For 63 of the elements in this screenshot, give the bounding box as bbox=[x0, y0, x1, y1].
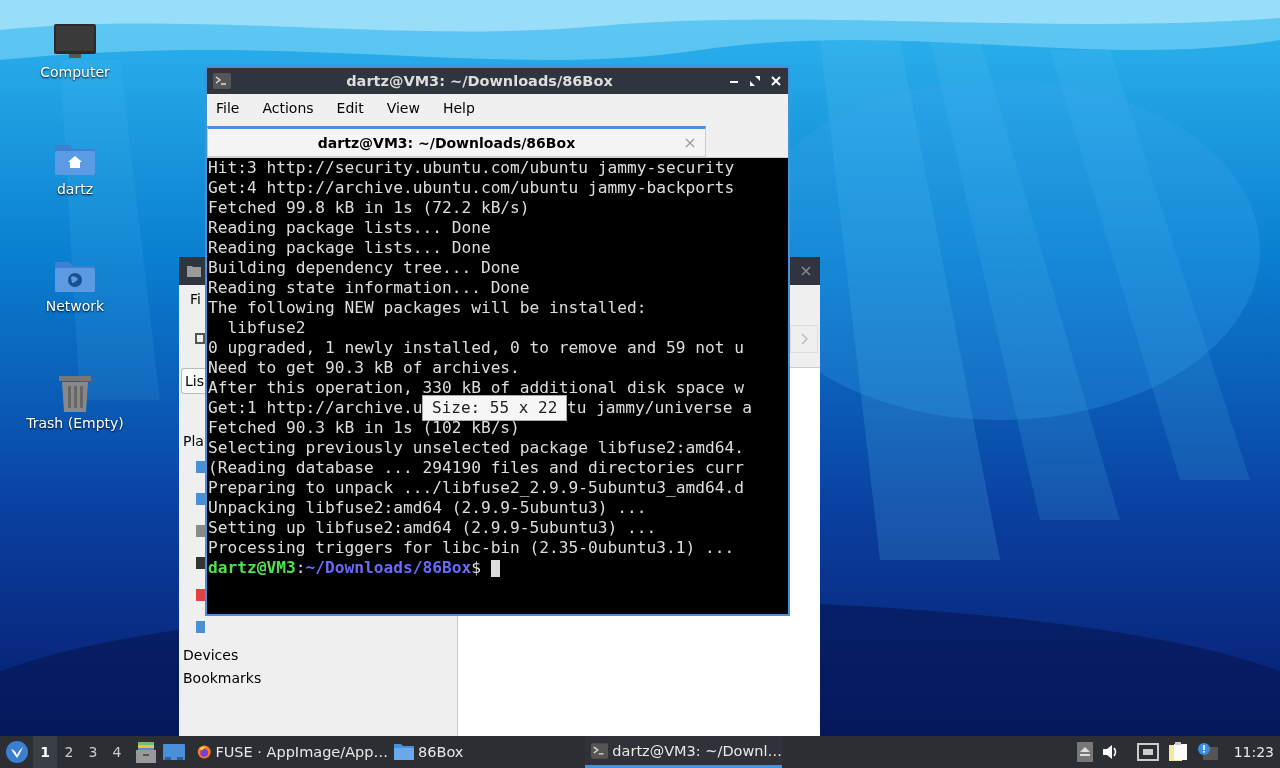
output-line: (Reading database ... 294190 files and directories curr bbox=[208, 458, 744, 478]
notification-icon[interactable] bbox=[1196, 742, 1219, 762]
output-line: Get:1 http://archive.u bbox=[208, 398, 423, 418]
output-line: Fetched 90.3 kB in 1s (102 kB/s) bbox=[208, 418, 520, 438]
network-icon[interactable] bbox=[1136, 743, 1159, 761]
view-dropdown[interactable]: Lis bbox=[181, 368, 205, 394]
size-tooltip: Size: 55 x 22 bbox=[422, 395, 567, 421]
output-line: Reading state information... Done bbox=[208, 278, 530, 298]
output-line: Processing triggers for libc-bin (2.35-0ubuntu3.1) ... bbox=[208, 538, 735, 558]
window-title: dartz@VM3: ~/Downloads/86Box bbox=[345, 73, 614, 89]
workspace-button[interactable]: 2 bbox=[57, 736, 81, 768]
clock[interactable]: 11:23 bbox=[1233, 744, 1274, 760]
desktop-window-icon[interactable] bbox=[163, 742, 185, 762]
sidebar-section[interactable]: Bookmarks bbox=[183, 670, 262, 686]
taskbar-button[interactable]: FUSE · AppImage/App… bbox=[191, 736, 388, 768]
workspace-button[interactable]: 4 bbox=[105, 736, 129, 768]
menu-item[interactable]: View bbox=[386, 100, 420, 116]
output-line: Need to get 90.3 kB of archives. bbox=[208, 358, 520, 378]
prompt-path: ~/Downloads/86Box bbox=[305, 558, 472, 578]
terminal-tab[interactable]: dartz@VM3: ~/Downloads/86Box bbox=[207, 126, 706, 157]
output-line: Hit:3 http://security.ubuntu.com/ubuntu jammy-security bbox=[208, 158, 735, 178]
file-cabinet-icon[interactable] bbox=[135, 741, 157, 763]
output-line: Reading package lists... Done bbox=[208, 218, 491, 238]
output-line: Setting up libfuse2:amd64 (2.9.9-5ubuntu3) ... bbox=[208, 518, 657, 538]
output-line: Fetched 99.8 kB in 1s (72.2 kB/s) bbox=[208, 198, 530, 218]
terminal-icon bbox=[213, 73, 231, 89]
start-menu-icon[interactable] bbox=[6, 741, 28, 763]
desktop-icon-label[interactable]: Network bbox=[45, 298, 105, 314]
menu-item[interactable]: Help bbox=[442, 100, 475, 116]
output-line: tu jammy/universe a bbox=[566, 398, 753, 418]
output-line: The following NEW packages will be installed: bbox=[208, 298, 647, 318]
text-cursor bbox=[490, 559, 500, 577]
workspace-button[interactable]: 1 bbox=[33, 736, 57, 768]
output-line: After this operation, 330 kB of additional disk space w bbox=[208, 378, 744, 398]
folder-icon bbox=[394, 743, 414, 761]
eject-icon[interactable] bbox=[1076, 742, 1093, 762]
terminal-icon bbox=[591, 742, 609, 759]
chevron-icon bbox=[800, 333, 808, 345]
menu-item[interactable]: Edit bbox=[336, 100, 364, 116]
output-line: Preparing to unpack .../libfuse2_2.9.9-5ubuntu3_amd64.d bbox=[208, 478, 744, 498]
output-line: 0 upgraded, 1 newly installed, 0 to remove and 59 not u bbox=[208, 338, 744, 358]
output-line: Get:4 http://archive.ubuntu.com/ubuntu jammy-backports bbox=[208, 178, 735, 198]
taskbar-button[interactable]: dartz@VM3: ~/Downl… bbox=[585, 736, 782, 768]
workspace-button[interactable]: 3 bbox=[81, 736, 105, 768]
menu-item[interactable]: File bbox=[216, 100, 240, 116]
output-line: Selecting previously unselected package libfuse2:amd64. bbox=[208, 438, 744, 458]
notes-icon[interactable] bbox=[1167, 742, 1188, 762]
sidebar-section[interactable]: Devices bbox=[183, 647, 239, 663]
output-line: Building dependency tree... Done bbox=[208, 258, 520, 278]
taskbar-button[interactable]: 86Box bbox=[388, 736, 585, 768]
prompt-separator: : bbox=[295, 558, 306, 578]
menu-item[interactable]: Fi bbox=[190, 291, 201, 307]
prompt-user: dartz@VM3 bbox=[208, 558, 296, 578]
output-line: Reading package lists... Done bbox=[208, 238, 491, 258]
output-line: libfuse2 bbox=[226, 318, 306, 338]
folder-icon bbox=[187, 265, 201, 277]
prompt-symbol: $ bbox=[471, 558, 481, 578]
menu-item[interactable]: Actions bbox=[262, 100, 314, 116]
close-tab-icon[interactable] bbox=[685, 137, 695, 148]
desktop-icon-label[interactable]: Trash (Empty) bbox=[26, 415, 124, 431]
output-line: Unpacking libfuse2:amd64 (2.9.9-5ubuntu3) ... bbox=[208, 498, 647, 518]
maximize-icon[interactable] bbox=[749, 75, 761, 87]
places-heading: Pla bbox=[183, 433, 204, 449]
